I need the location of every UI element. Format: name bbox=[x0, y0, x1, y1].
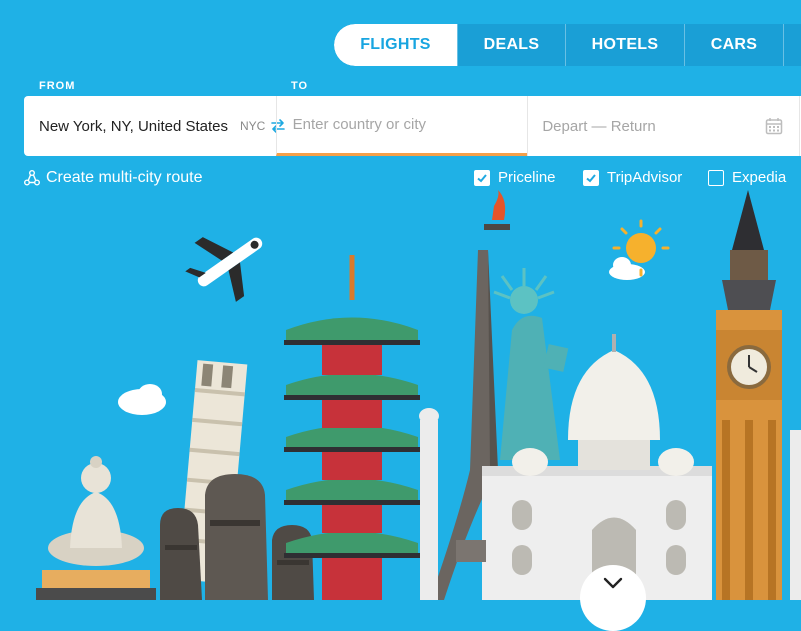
search-type-tabs: FLIGHTS DEALS HOTELS CARS bbox=[334, 24, 801, 66]
scroll-down-button[interactable] bbox=[580, 565, 646, 631]
provider-tripadvisor[interactable]: TripAdvisor bbox=[583, 169, 682, 186]
origin-value: New York, NY, United States bbox=[39, 117, 228, 135]
calendar-icon[interactable] bbox=[765, 117, 783, 135]
checkbox-priceline[interactable] bbox=[474, 169, 490, 186]
tab-hotels[interactable]: HOTELS bbox=[565, 24, 684, 66]
chevron-down-icon bbox=[603, 577, 623, 589]
checkbox-tripadvisor[interactable] bbox=[583, 169, 599, 186]
cloud-left bbox=[118, 384, 166, 415]
origin-field[interactable]: New York, NY, United States NYC bbox=[24, 96, 285, 156]
dates-input[interactable] bbox=[542, 117, 763, 135]
provider-expedia[interactable]: Expedia bbox=[708, 169, 786, 186]
pagoda bbox=[284, 255, 420, 600]
airplane-icon bbox=[185, 237, 263, 302]
tab-flights[interactable]: FLIGHTS bbox=[334, 24, 457, 66]
route-icon bbox=[24, 170, 40, 186]
tab-more[interactable] bbox=[783, 24, 801, 66]
statue-of-liberty bbox=[493, 268, 569, 460]
tab-deals[interactable]: DEALS bbox=[457, 24, 565, 66]
taj-mahal bbox=[419, 334, 712, 600]
destination-field bbox=[275, 96, 528, 156]
multi-city-link[interactable]: Create multi-city route bbox=[24, 169, 203, 187]
checkbox-expedia[interactable] bbox=[708, 169, 724, 186]
landmarks-illustration bbox=[36, 190, 801, 600]
provider-label-priceline: Priceline bbox=[498, 169, 556, 186]
provider-label-tripadvisor: TripAdvisor bbox=[607, 169, 683, 186]
from-label: FROM bbox=[39, 80, 76, 92]
destination-input[interactable] bbox=[292, 116, 513, 133]
origin-code: NYC bbox=[240, 119, 266, 133]
provider-priceline[interactable]: Priceline bbox=[474, 169, 556, 186]
buddha-statue bbox=[36, 456, 156, 600]
tab-cars[interactable]: CARS bbox=[684, 24, 783, 66]
flight-search-form: New York, NY, United States NYC 1 bbox=[24, 96, 801, 156]
provider-label-expedia: Expedia bbox=[732, 169, 787, 186]
check-icon bbox=[477, 173, 487, 182]
check-icon bbox=[586, 173, 596, 182]
multi-city-label: Create multi-city route bbox=[46, 169, 203, 186]
to-label: TO bbox=[291, 80, 309, 92]
dates-field bbox=[527, 96, 799, 156]
big-ben bbox=[716, 190, 801, 600]
